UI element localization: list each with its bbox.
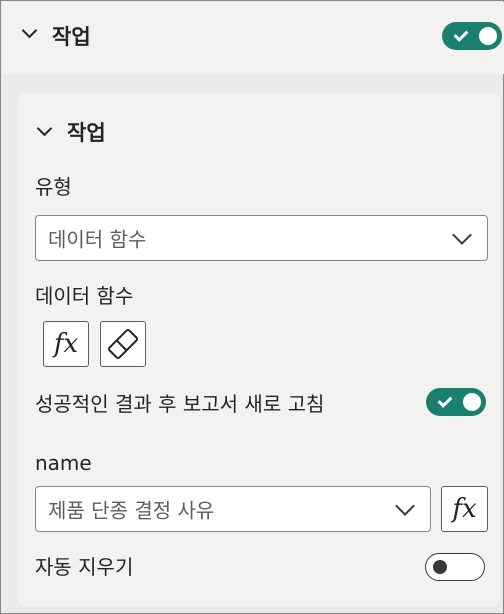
data-function-label: 데이터 함수 — [35, 284, 134, 308]
action-card: 작업 유형 데이터 함수 데이터 함수 fx 성공적인 결과 후 보고서 새로 … — [18, 93, 500, 607]
chevron-down-icon — [452, 225, 472, 245]
chevron-down-icon[interactable] — [36, 120, 53, 137]
panel-frame: 작업 작업 유형 데이터 함수 데이터 함수 fx 성공적인 결과 후 보고서 … — [0, 0, 504, 614]
auto-clear-toggle[interactable] — [425, 553, 485, 581]
section-header[interactable]: 작업 — [2, 2, 504, 74]
toggle-knob — [433, 560, 447, 574]
section-toggle[interactable] — [442, 22, 502, 50]
fx-button[interactable]: fx — [43, 321, 89, 367]
refresh-toggle[interactable] — [426, 388, 486, 416]
name-label: name — [35, 451, 92, 475]
name-dropdown[interactable]: 제품 단종 결정 사유 — [35, 486, 431, 532]
toggle-knob — [479, 27, 497, 45]
type-label: 유형 — [35, 175, 72, 199]
clear-button[interactable] — [100, 321, 146, 367]
auto-clear-label: 자동 지우기 — [35, 555, 134, 579]
card-title: 작업 — [67, 121, 106, 145]
eraser-icon — [107, 328, 139, 360]
toggle-knob — [463, 393, 481, 411]
fx-icon: fx — [53, 329, 79, 359]
name-dropdown-value: 제품 단종 결정 사유 — [48, 498, 215, 523]
check-icon — [453, 27, 469, 42]
refresh-label: 성공적인 결과 후 보고서 새로 고침 — [35, 392, 325, 416]
chevron-down-icon[interactable] — [21, 22, 38, 39]
type-dropdown-value: 데이터 함수 — [48, 227, 147, 252]
section-title: 작업 — [52, 25, 91, 49]
type-dropdown[interactable]: 데이터 함수 — [35, 215, 488, 261]
name-fx-button[interactable]: fx — [441, 486, 488, 532]
check-icon — [437, 393, 453, 408]
chevron-down-icon — [395, 496, 415, 516]
fx-icon: fx — [452, 494, 477, 524]
